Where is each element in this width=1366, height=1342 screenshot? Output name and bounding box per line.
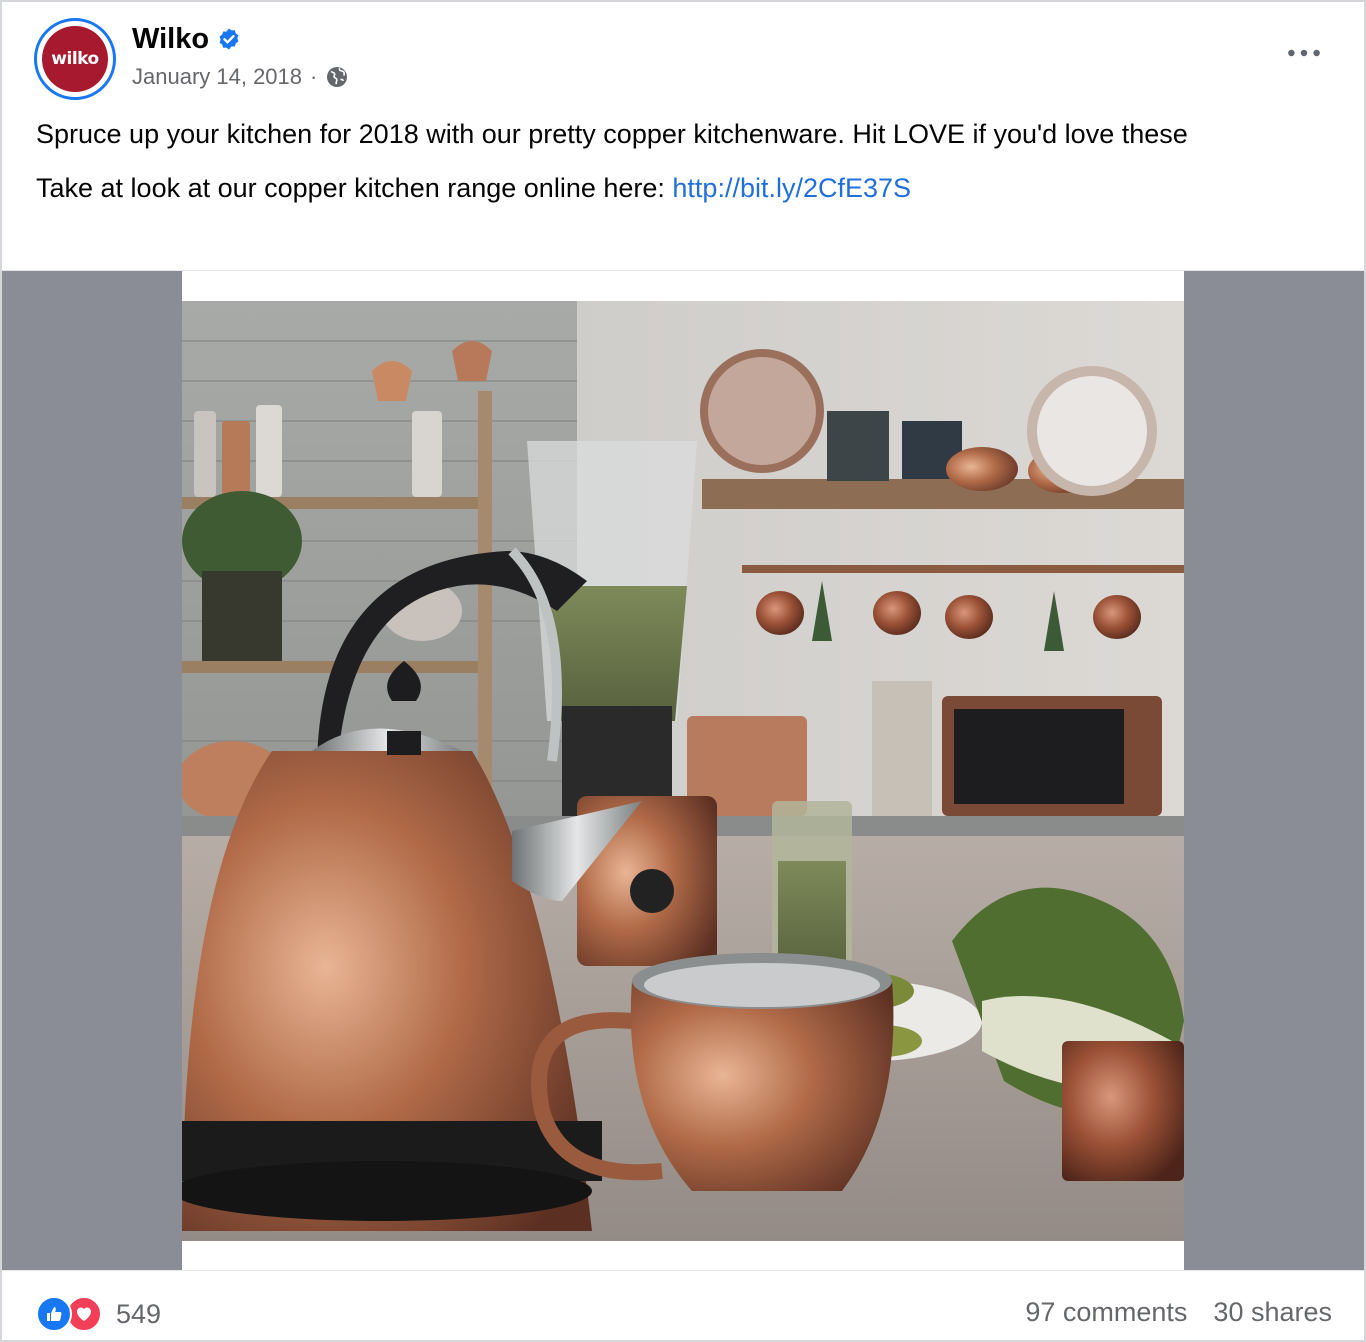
author-name[interactable]: Wilko — [132, 23, 209, 56]
reactions-summary[interactable]: 549 — [36, 1295, 161, 1333]
post-footer: 549 97 comments 30 shares — [2, 1270, 1364, 1342]
post-text: Spruce up your kitchen for 2018 with our… — [36, 114, 1326, 208]
comments-count-link[interactable]: 97 comments — [1025, 1297, 1187, 1328]
post-photo[interactable] — [182, 271, 1184, 1271]
avatar-logo: wilko — [42, 26, 108, 92]
post-text-line-1: Spruce up your kitchen for 2018 with our… — [36, 119, 1188, 149]
avatar[interactable]: wilko — [34, 18, 116, 100]
post-text-line-2: Take at look at our copper kitchen range… — [36, 168, 1326, 208]
like-reaction-icon — [36, 1296, 72, 1332]
facebook-post: wilko Wilko January 14, 2018 · Spruce up… — [0, 0, 1366, 1342]
kitchen-photo-image — [182, 301, 1184, 1241]
avatar-logo-text: wilko — [51, 49, 99, 69]
post-header: wilko Wilko January 14, 2018 · — [34, 18, 1334, 100]
globe-icon[interactable] — [325, 65, 349, 89]
meta-separator: · — [310, 64, 318, 89]
author-row: Wilko — [132, 22, 241, 56]
more-options-icon — [1288, 49, 1320, 57]
shares-count-link[interactable]: 30 shares — [1213, 1297, 1332, 1328]
verified-badge-icon — [217, 27, 241, 51]
post-media[interactable] — [2, 270, 1364, 1271]
post-date[interactable]: January 14, 2018 — [132, 64, 302, 90]
post-meta: January 14, 2018 · — [132, 62, 349, 92]
engagement-stats: 97 comments 30 shares — [1025, 1297, 1332, 1328]
reaction-count: 549 — [116, 1298, 162, 1329]
post-text-prefix: Take at look at our copper kitchen range… — [36, 173, 673, 203]
post-link[interactable]: http://bit.ly/2CfE37S — [672, 173, 911, 203]
more-options-button[interactable] — [1282, 38, 1326, 68]
